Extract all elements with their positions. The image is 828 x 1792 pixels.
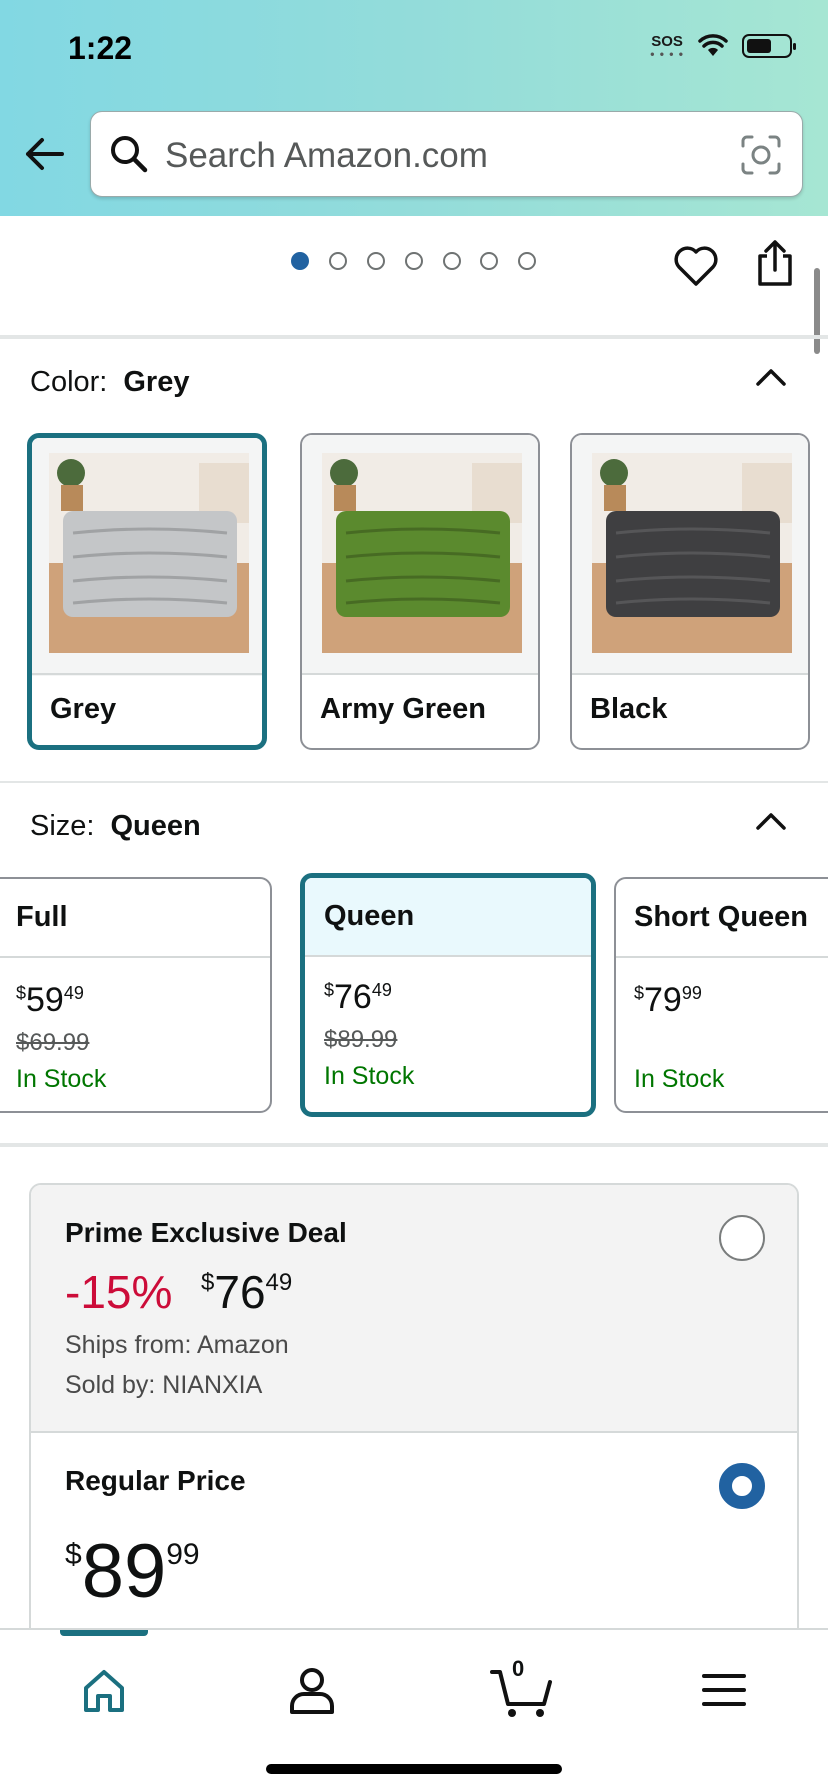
back-arrow-icon[interactable] — [22, 132, 66, 176]
deal-title: Prime Exclusive Deal — [65, 1217, 347, 1248]
carousel-dot[interactable] — [329, 252, 347, 270]
home-icon[interactable] — [74, 1660, 134, 1720]
size-price: $5949 — [16, 981, 84, 1019]
status-icons: SOS • • • • — [650, 33, 796, 61]
color-option-army-green[interactable]: Army Green — [300, 433, 540, 750]
battery-icon — [742, 34, 796, 58]
size-price: $7999 — [634, 981, 702, 1019]
divider — [0, 1143, 828, 1147]
menu-icon[interactable] — [694, 1660, 754, 1720]
active-tab-indicator — [60, 1630, 148, 1636]
deal-radio[interactable] — [719, 1215, 765, 1261]
divider — [0, 335, 828, 339]
ships-from: Ships from: Amazon — [65, 1331, 289, 1359]
mattress-image — [49, 453, 249, 653]
stock-status: In Stock — [324, 1062, 415, 1090]
search-input[interactable]: Search Amazon.com — [90, 111, 803, 197]
color-option-label: Army Green — [320, 693, 487, 725]
chevron-up-icon[interactable] — [754, 366, 788, 388]
regular-price-title: Regular Price — [65, 1465, 246, 1496]
camera-lens-icon[interactable] — [740, 134, 782, 176]
cart-count: 0 — [512, 1656, 525, 1681]
heart-icon[interactable] — [672, 242, 720, 290]
size-name: Full — [16, 901, 68, 933]
home-indicator — [266, 1764, 562, 1774]
color-option-grey[interactable]: Grey — [27, 433, 267, 750]
size-option-full[interactable]: Full $5949 $69.99 In Stock — [0, 877, 272, 1113]
sold-by: Sold by: NIANXIA — [65, 1371, 263, 1399]
chevron-up-icon[interactable] — [754, 810, 788, 832]
wifi-icon — [698, 34, 728, 56]
scrollbar[interactable] — [814, 268, 820, 354]
color-option-label: Grey — [50, 693, 117, 725]
status-time: 1:22 — [68, 30, 133, 66]
carousel-dot[interactable] — [291, 252, 309, 270]
search-icon — [111, 136, 148, 173]
carousel-dot[interactable] — [367, 252, 385, 270]
divider — [0, 781, 828, 783]
carousel-dot[interactable] — [518, 252, 536, 270]
size-price: $7649 — [324, 978, 392, 1016]
size-option-short-queen[interactable]: Short Queen $7999 In Stock — [614, 877, 828, 1113]
list-price: $89.99 — [324, 1026, 398, 1053]
account-icon[interactable] — [282, 1660, 342, 1720]
list-price: $69.99 — [16, 1029, 90, 1056]
color-option-label: Black — [590, 693, 668, 725]
product-image — [572, 435, 808, 673]
stock-status: In Stock — [634, 1065, 725, 1093]
color-label: Color: Grey — [30, 366, 190, 398]
stock-status: In Stock — [16, 1065, 107, 1093]
share-icon[interactable] — [752, 238, 798, 288]
carousel-dot[interactable] — [443, 252, 461, 270]
search-placeholder: Search Amazon.com — [165, 136, 488, 175]
mattress-image — [322, 453, 522, 653]
prime-deal-option[interactable]: Prime Exclusive Deal -15% $7649 Ships fr… — [31, 1185, 797, 1433]
size-name: Queen — [324, 900, 415, 932]
size-option-queen[interactable]: Queen $7649 $89.99 In Stock — [300, 873, 596, 1117]
carousel-dot[interactable] — [405, 252, 423, 270]
sos-indicator: SOS • • • • — [650, 33, 684, 61]
deal-discount: -15% — [65, 1266, 173, 1318]
product-image — [302, 435, 538, 673]
regular-price-radio[interactable] — [719, 1463, 765, 1509]
header: 1:22 SOS • • • • Search Amazon.com — [0, 0, 828, 216]
cart-button[interactable]: 0 — [488, 1656, 556, 1720]
product-image — [32, 438, 262, 676]
size-label: Size: Queen — [30, 810, 201, 842]
carousel-dot[interactable] — [480, 252, 498, 270]
color-option-black[interactable]: Black — [570, 433, 810, 750]
mattress-image — [592, 453, 792, 653]
size-name: Short Queen — [634, 901, 809, 933]
regular-price: $8999 — [65, 1529, 200, 1614]
deal-price: $7649 — [201, 1266, 293, 1318]
